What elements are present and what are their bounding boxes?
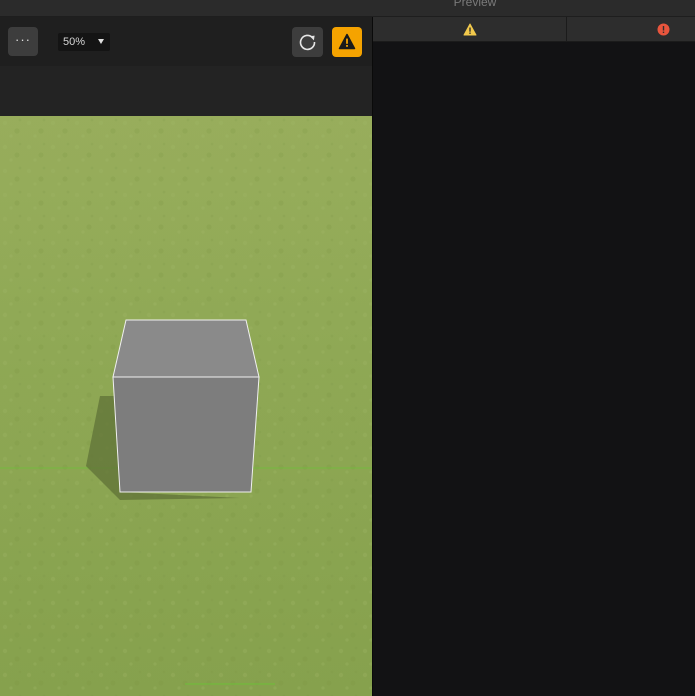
zoom-value: 50%: [63, 36, 86, 48]
warning-button[interactable]: [332, 27, 362, 57]
scene-toolbar: ··· 50%: [0, 17, 372, 66]
warning-icon: [463, 23, 477, 36]
preview-panel: [373, 17, 695, 696]
console-filter-tabs: [373, 17, 695, 42]
cube-object[interactable]: [112, 319, 260, 493]
scene-render: [0, 116, 372, 696]
cube-top-face: [112, 319, 260, 378]
scene-subbar: [0, 66, 372, 116]
tab-errors[interactable]: [567, 17, 695, 41]
scene-editor-panel: ··· 50%: [0, 17, 372, 696]
console-output: [373, 42, 695, 696]
more-icon: ···: [15, 32, 31, 47]
reload-icon: [299, 34, 316, 51]
chevron-down-icon: [98, 39, 104, 44]
reload-button[interactable]: [292, 27, 323, 57]
preview-title: Preview: [453, 0, 497, 9]
error-icon: [657, 23, 670, 36]
zoom-select[interactable]: 50%: [58, 33, 110, 51]
title-strip: Preview: [0, 0, 695, 17]
cube-front-face: [112, 376, 260, 493]
tab-warnings[interactable]: [373, 17, 567, 41]
scene-viewport[interactable]: [0, 116, 372, 696]
warning-icon: [338, 33, 356, 50]
more-button[interactable]: ···: [8, 27, 38, 56]
